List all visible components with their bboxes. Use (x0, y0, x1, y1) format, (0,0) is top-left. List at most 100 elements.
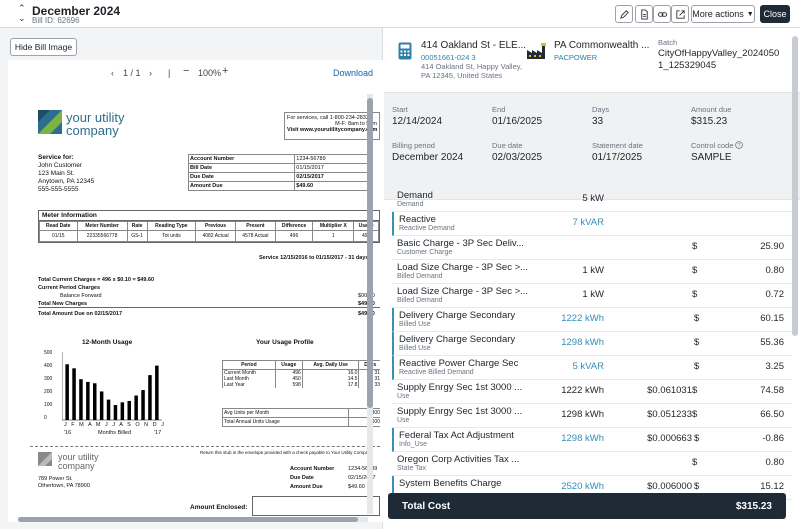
usage-bar (113, 405, 118, 420)
line-item-quantity: 7 kVAR (572, 217, 604, 228)
viewer-horizontal-scrollbar[interactable] (18, 517, 368, 522)
line-item-name: Oregon Corp Activities Tax ... (397, 454, 520, 465)
line-item-row[interactable]: Federal Tax Act Adjustment Info_Use 1298 k… (392, 428, 792, 452)
balance-forward-label: Balance Forward (60, 293, 102, 299)
meter-header-cell: Rate (126, 221, 148, 231)
avg-units-value: 300 (347, 408, 380, 418)
line-item-category: Use (397, 417, 410, 424)
meter-header-cell: Multiplier X (312, 221, 355, 231)
line-item-currency: $ (692, 289, 698, 300)
close-button[interactable]: Close (760, 5, 790, 23)
prev-page-icon[interactable]: ‹ (111, 68, 114, 78)
line-item-currency: $ (694, 361, 700, 372)
chevron-down-icon[interactable]: ⌄ (18, 14, 26, 23)
account-address-line-1: 414 Oakland St, Happy Valley, (421, 62, 523, 71)
stub-address-2: Othertown, PA 78900 (38, 483, 90, 489)
due-date-value: 02/15/2017 (294, 172, 368, 182)
line-item-row[interactable]: Delivery Charge Secondary Billed Use 1222 … (392, 308, 792, 332)
line-item-category: Billed Use (399, 345, 431, 352)
customer-address-1: 123 Main St. (38, 170, 75, 177)
line-item-name: Reactive (399, 214, 436, 225)
profile-header-cell: Avg. Daily Use (301, 360, 360, 370)
y-tick-label: 200 (44, 389, 53, 395)
scroll-thumb[interactable] (367, 98, 373, 408)
profile-cell: 17.8 (301, 382, 360, 388)
total-due-line: Total Amount Due on 02/15/2017 (38, 311, 123, 317)
account-number[interactable]: 00051661-024 3 (421, 53, 476, 62)
line-item-row[interactable]: Reactive Power Charge Sec Reactive Billed… (392, 356, 792, 380)
external-link-icon (675, 9, 685, 19)
line-item-category: Billed Demand (397, 273, 443, 280)
line-item-row[interactable]: Basic Charge - 3P Sec Deliv... Customer C… (392, 236, 792, 260)
line-item-row[interactable]: Load Size Charge - 3P Sec >... Billed Dem… (392, 284, 792, 308)
line-item-amount: 66.50 (760, 409, 784, 420)
total-cost-value: $315.23 (735, 501, 772, 512)
line-item-row[interactable]: Demand Demand 5 kW (392, 188, 792, 212)
edit-button[interactable] (615, 5, 633, 23)
chart-x-title: Months Billed (98, 430, 132, 436)
usage-bar (79, 379, 83, 420)
line-item-row[interactable]: Reactive Reactive Demand 7 kVAR (392, 212, 792, 236)
chevron-up-icon[interactable]: ⌃ (18, 4, 26, 13)
next-page-icon[interactable]: › (149, 68, 152, 78)
line-item-amount: 15.12 (760, 481, 784, 492)
line-item-category: Demand (397, 201, 424, 208)
line-item-currency: $ (694, 433, 700, 444)
line-item-rate: $0.000663 (647, 433, 692, 444)
total-cost-label: Total Cost (402, 501, 451, 512)
line-item-row[interactable]: Supply Enrgy Sec 1st 3000 ... Use 1298 kWh… (392, 404, 792, 428)
line-item-amount: 3.25 (765, 361, 785, 372)
help-icon[interactable]: ? (735, 141, 743, 149)
more-actions-button[interactable]: More actions ▼ (691, 5, 755, 23)
line-item-quantity: 1222 kWh (561, 313, 604, 324)
download-link[interactable]: Download (333, 68, 373, 78)
zoom-level: 100% (198, 68, 222, 78)
line-item-name: Supply Enrgy Sec 1st 3000 ... (397, 382, 523, 393)
details-scrollbar[interactable] (792, 36, 798, 416)
usage-profile-title: Your Usage Profile (256, 339, 314, 346)
details-scroll-thumb[interactable] (792, 36, 798, 336)
account-address[interactable]: 414 Oakland St - ELE... (421, 40, 526, 51)
start-label: Start (392, 105, 408, 114)
line-item-name: Supply Enrgy Sec 1st 3000 ... (397, 406, 523, 417)
meter-cell: 1 (312, 230, 355, 242)
line-item-name: System Benefits Charge (399, 478, 502, 489)
meter-cell: 496 (274, 230, 314, 242)
line-item-row[interactable]: Delivery Charge Secondary Billed Use 1298 … (392, 332, 792, 356)
utility-logo-icon (38, 110, 62, 134)
line-item-currency: $ (692, 265, 698, 276)
usage-bar (148, 375, 152, 420)
end-label: End (492, 105, 506, 114)
line-item-name: Federal Tax Act Adjustment (399, 430, 514, 441)
viewer-vertical-scrollbar[interactable] (367, 94, 373, 514)
line-item-currency: $ (694, 481, 700, 492)
document-button[interactable] (635, 5, 653, 23)
usage-bar (141, 390, 145, 420)
zoom-out-icon[interactable]: − (183, 65, 189, 77)
link-button[interactable] (653, 5, 671, 23)
svg-text:?: ? (738, 143, 741, 149)
line-item-row[interactable]: Load Size Charge - 3P Sec >... Billed Dem… (392, 260, 792, 284)
line-item-row[interactable]: Oregon Corp Activities Tax ... State Tax $… (392, 452, 792, 476)
calculator-icon (398, 42, 412, 60)
scroll-thumb-h[interactable] (18, 517, 358, 522)
usage-chart-title: 12-Month Usage (82, 339, 133, 346)
amount-due-value: $315.23 (691, 116, 728, 127)
line-item-amount: 60.15 (760, 313, 784, 324)
line-item-currency: $ (692, 409, 698, 420)
hide-bill-image-button[interactable]: Hide Bill Image (10, 38, 77, 56)
line-item-row[interactable]: Supply Enrgy Sec 1st 3000 ... Use 1222 kWh… (392, 380, 792, 404)
line-item-name: Delivery Charge Secondary (399, 310, 516, 321)
page-indicator: 1 / 1 (123, 68, 141, 78)
vendor-name[interactable]: PA Commonwealth ... (554, 40, 649, 51)
line-item-name: Demand (397, 190, 433, 201)
open-external-button[interactable] (671, 5, 689, 23)
stub-enclosed-label: Amount Enclosed: (190, 504, 248, 511)
vendor-code[interactable]: PACPOWER (554, 53, 597, 62)
line-item-rate: $0.051233 (647, 409, 692, 420)
usage-bar-chart (62, 352, 162, 421)
zoom-in-icon[interactable]: + (222, 65, 228, 77)
line-item-quantity: 1298 kWh (561, 409, 604, 420)
control-code-value: SAMPLE (691, 152, 732, 163)
stub-due-label: Due Date (290, 475, 314, 481)
